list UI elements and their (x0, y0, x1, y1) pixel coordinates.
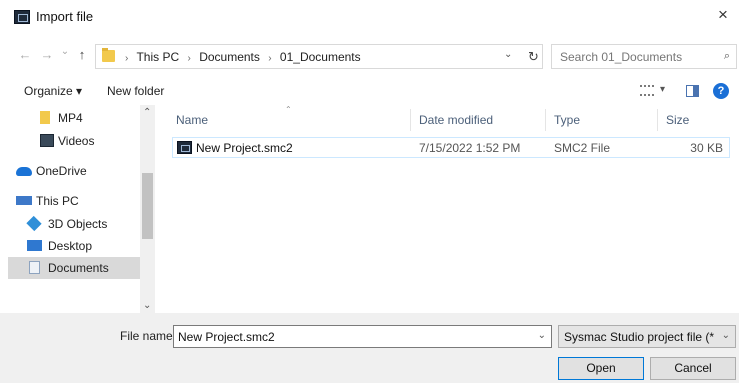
computer-icon (16, 196, 32, 205)
videos-icon (40, 134, 54, 147)
navigation-pane: MP4 Videos OneDrive This PC 3D Objects D… (0, 105, 155, 313)
navigation-pane-scrollbar[interactable]: ⌃ ⌄ (140, 105, 155, 313)
file-name-label: File name: (120, 329, 177, 343)
cube-icon (26, 215, 42, 232)
file-type: SMC2 File (554, 141, 611, 155)
sidebar-item-label: Videos (58, 134, 95, 148)
column-header-type[interactable]: Type (554, 113, 580, 127)
file-name-combobox[interactable]: New Project.smc2 ⌄ (173, 325, 552, 348)
breadcrumb-this-pc[interactable]: This PC (136, 50, 179, 64)
search-input[interactable]: Search 01_Documents ⌕ (551, 44, 737, 69)
cancel-button[interactable]: Cancel (650, 357, 736, 380)
folder-icon (102, 48, 115, 62)
new-folder-button[interactable]: New folder (107, 84, 164, 98)
breadcrumb-separator: › (268, 53, 272, 64)
refresh-icon[interactable]: ↻ (522, 47, 544, 67)
sidebar-item-onedrive[interactable]: OneDrive (10, 160, 140, 182)
sidebar-item-desktop[interactable]: Desktop (10, 235, 140, 257)
documents-icon (29, 261, 40, 274)
organize-button[interactable]: Organize ▾ (24, 84, 82, 98)
sidebar-item-this-pc[interactable]: This PC (10, 190, 140, 212)
cloud-icon (16, 167, 32, 176)
navigation-bar: ← → ⌄ ↑ › This PC › Documents › 01_Docum… (0, 39, 739, 73)
column-header-name[interactable]: Name (176, 113, 208, 127)
file-type-value: Sysmac Studio project file (*.smc2) (564, 330, 714, 344)
sidebar-item-label: 3D Objects (48, 217, 108, 231)
sidebar-item-videos[interactable]: Videos (10, 130, 140, 152)
sidebar-item-mp4[interactable]: MP4 (10, 107, 140, 129)
address-bar[interactable]: › This PC › Documents › 01_Documents ⌄ ↻ (95, 44, 543, 69)
column-header-size[interactable]: Size (666, 113, 689, 127)
file-size: 30 KB (690, 141, 723, 155)
sidebar-item-label: OneDrive (36, 164, 87, 178)
file-name: New Project.smc2 (196, 141, 293, 155)
recent-locations-chevron-icon[interactable]: ⌄ (58, 45, 72, 59)
address-history-chevron-icon[interactable]: ⌄ (504, 49, 512, 60)
sidebar-item-label: This PC (36, 194, 79, 208)
file-type-select[interactable]: Sysmac Studio project file (*.smc2) ⌄ (558, 325, 736, 348)
sidebar-item-label: Documents (48, 261, 109, 275)
column-header-date-modified[interactable]: Date modified (419, 113, 493, 127)
file-type-chevron-icon[interactable]: ⌄ (722, 330, 730, 341)
scroll-up-arrow-icon[interactable]: ⌃ (143, 107, 151, 118)
breadcrumb-separator: › (125, 53, 129, 64)
title-bar: Import file × (0, 0, 739, 33)
sysmac-app-icon (14, 10, 30, 24)
column-divider[interactable] (657, 109, 658, 131)
table-row[interactable]: New Project.smc2 7/15/2022 1:52 PM SMC2 … (172, 137, 730, 158)
forward-arrow-icon[interactable]: → (40, 48, 54, 62)
sidebar-item-3d-objects[interactable]: 3D Objects (10, 213, 140, 235)
scrollbar-thumb[interactable] (142, 173, 153, 239)
command-toolbar: Organize ▾ New folder ▾ ? (0, 77, 739, 105)
back-arrow-icon[interactable]: ← (18, 48, 32, 62)
column-divider[interactable] (410, 109, 411, 131)
column-divider[interactable] (545, 109, 546, 131)
view-options-chevron-icon[interactable]: ▾ (660, 84, 665, 95)
smc2-file-icon (177, 141, 192, 154)
view-options-icon[interactable] (640, 85, 654, 96)
file-name-value[interactable]: New Project.smc2 (178, 330, 275, 344)
sidebar-item-label: MP4 (58, 111, 83, 125)
folder-icon (40, 111, 50, 124)
file-name-chevron-icon[interactable]: ⌄ (538, 330, 546, 341)
sort-ascending-icon: ⌃ (285, 105, 292, 114)
preview-pane-icon[interactable] (686, 85, 699, 97)
help-icon[interactable]: ? (713, 83, 729, 99)
dialog-footer: File name: New Project.smc2 ⌄ Sysmac Stu… (0, 313, 739, 383)
scroll-down-arrow-icon[interactable]: ⌄ (143, 300, 151, 311)
breadcrumb-documents[interactable]: Documents (199, 50, 260, 64)
desktop-icon (27, 240, 42, 251)
breadcrumb-01-documents[interactable]: 01_Documents (280, 50, 361, 64)
window-title: Import file (36, 9, 94, 24)
file-list: ⌃ Name Date modified Type Size New Proje… (157, 105, 739, 313)
file-date-modified: 7/15/2022 1:52 PM (419, 141, 521, 155)
breadcrumb-separator: › (187, 53, 191, 64)
search-placeholder: Search 01_Documents (560, 50, 683, 64)
sidebar-item-documents[interactable]: Documents (8, 257, 140, 279)
sidebar-item-label: Desktop (48, 239, 93, 253)
open-button[interactable]: Open (558, 357, 644, 380)
search-icon[interactable]: ⌕ (724, 50, 730, 63)
up-arrow-icon[interactable]: ↑ (75, 48, 89, 62)
breadcrumb: › This PC › Documents › 01_Documents (120, 50, 361, 64)
close-button[interactable]: × (713, 5, 733, 25)
